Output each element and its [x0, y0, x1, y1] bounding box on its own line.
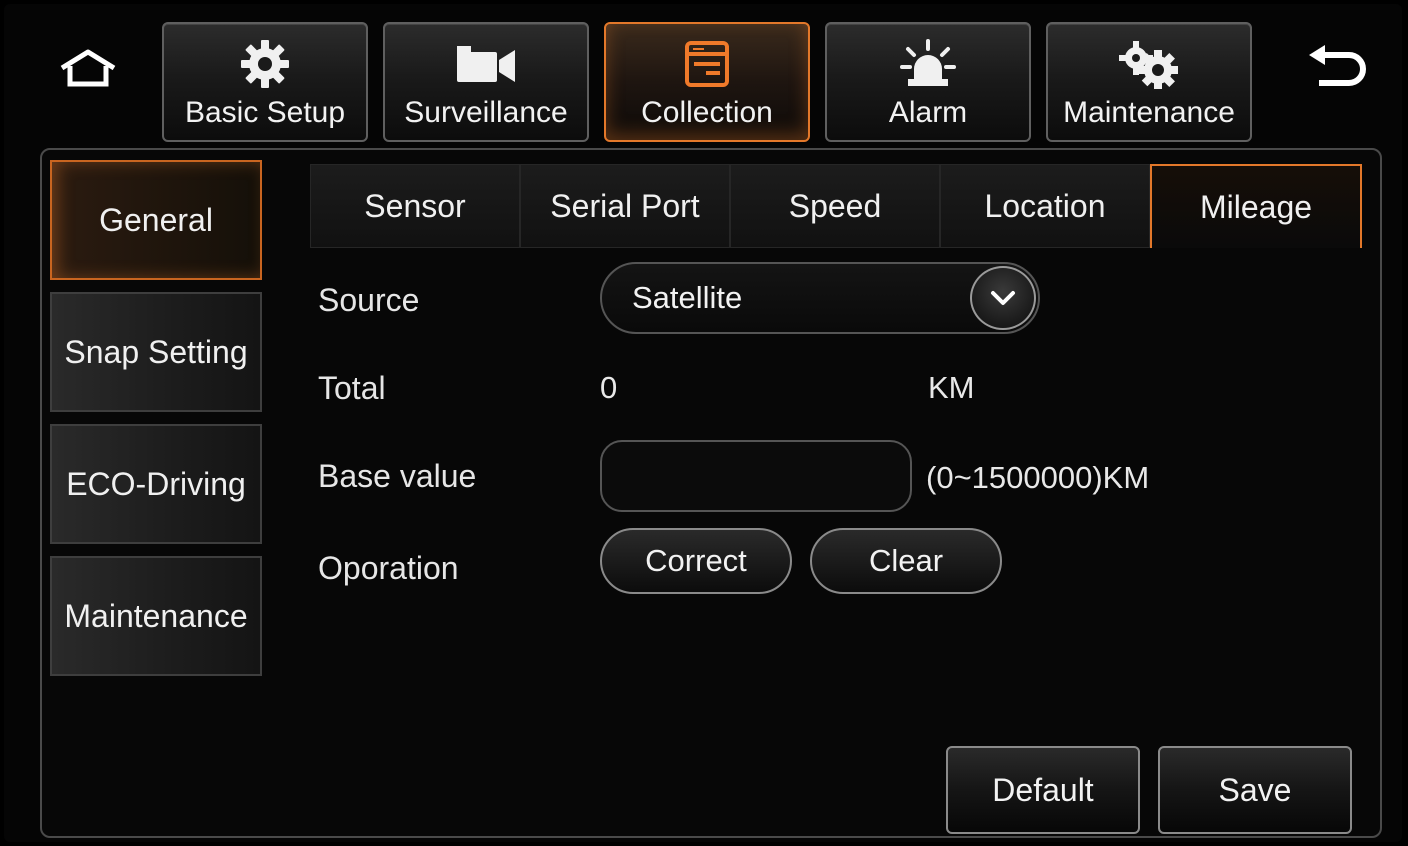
tab-serial-port[interactable]: Serial Port [520, 164, 730, 248]
camera-icon [457, 46, 515, 82]
document-icon [685, 41, 729, 87]
tab-basic-setup[interactable]: Basic Setup [162, 22, 368, 142]
tab-location[interactable]: Location [940, 164, 1150, 248]
sidebar-item-eco-driving[interactable]: ECO-Driving [50, 424, 262, 544]
home-button[interactable] [56, 40, 120, 96]
back-button[interactable] [1304, 40, 1368, 96]
tab-maintenance[interactable]: Maintenance [1046, 22, 1252, 142]
base-value-label: Base value [318, 458, 477, 494]
tab-speed[interactable]: Speed [730, 164, 940, 248]
save-button[interactable]: Save [1158, 746, 1352, 834]
base-value-input[interactable] [600, 440, 912, 512]
gear-icon [241, 40, 289, 88]
source-select[interactable]: Satellite [600, 262, 1040, 334]
default-button[interactable]: Default [946, 746, 1140, 834]
dvr-settings-screen: Basic Setup Surveillance Collection Alar… [4, 4, 1402, 842]
sidebar-item-label: General [99, 201, 213, 238]
tab-basic-setup-label: Basic Setup [184, 96, 346, 129]
gears-icon [1119, 41, 1178, 89]
tab-mileage[interactable]: Mileage [1150, 164, 1362, 248]
sidebar-item-general[interactable]: General [50, 160, 262, 280]
back-arrow-icon [1309, 45, 1366, 86]
tab-surveillance-label: Surveillance [404, 96, 568, 129]
tab-surveillance[interactable]: Surveillance [383, 22, 589, 142]
operation-label: Oporation [318, 550, 459, 586]
source-select-value: Satellite [632, 280, 743, 315]
tab-sensor[interactable]: Sensor [310, 164, 520, 248]
sidebar-item-label: ECO-Driving [66, 465, 246, 502]
alarm-light-icon [900, 39, 956, 86]
chevron-down-icon[interactable] [970, 266, 1036, 330]
settings-panel: General Snap Setting ECO-Driving Mainten… [40, 148, 1382, 838]
correct-button[interactable]: Correct [600, 528, 792, 594]
total-label: Total [318, 370, 386, 406]
sidebar-item-maintenance[interactable]: Maintenance [50, 556, 262, 676]
sidebar-item-label: Maintenance [64, 597, 248, 634]
base-value-range: (0~1500000)KM [926, 460, 1150, 495]
tab-collection[interactable]: Collection [604, 22, 810, 142]
home-icon [60, 49, 116, 87]
sidebar-item-snap-setting[interactable]: Snap Setting [50, 292, 262, 412]
tab-maintenance-label: Maintenance [1063, 96, 1235, 129]
total-unit: KM [928, 370, 975, 405]
sidebar-item-label: Snap Setting [64, 333, 248, 370]
total-value: 0 [600, 370, 618, 405]
clear-button[interactable]: Clear [810, 528, 1002, 594]
source-label: Source [318, 282, 420, 318]
tab-alarm[interactable]: Alarm [825, 22, 1031, 142]
tab-collection-label: Collection [641, 96, 773, 129]
tab-alarm-label: Alarm [888, 96, 968, 129]
sub-tab-bar: Sensor Serial Port Speed Location Mileag… [310, 164, 1362, 248]
